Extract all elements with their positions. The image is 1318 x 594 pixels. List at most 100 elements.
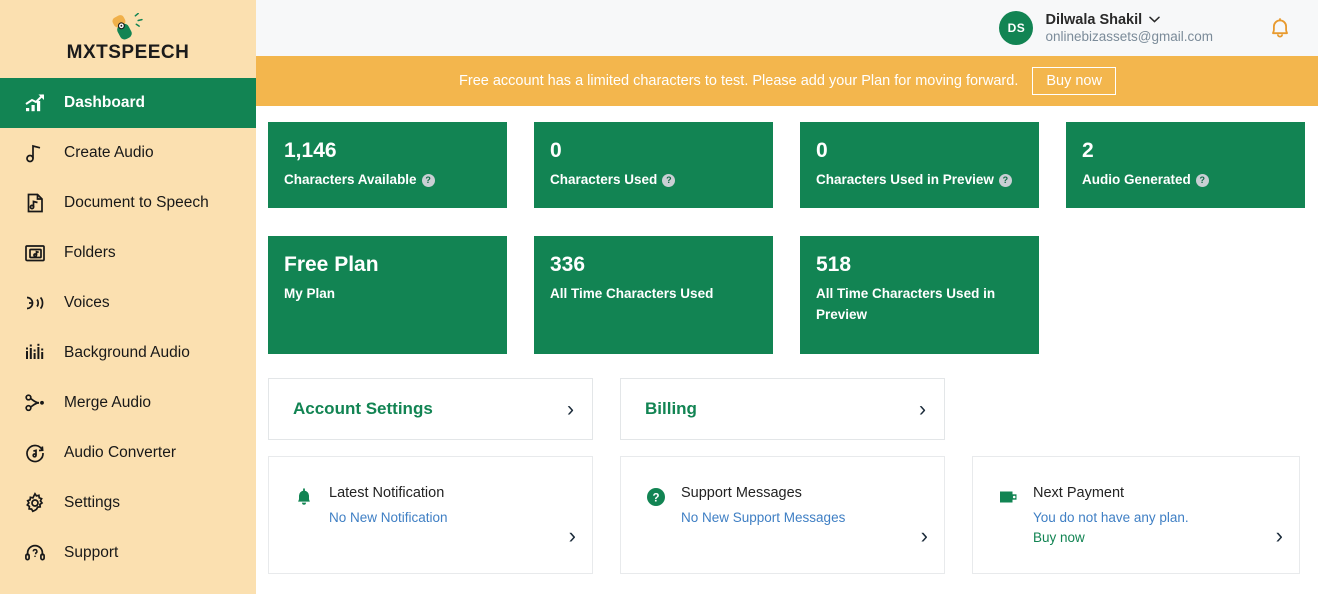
stat-label: All Time Characters Used in Preview [816, 286, 996, 322]
stat-label: Characters Used [550, 172, 658, 188]
sidebar-nav: Dashboard Create Audio Document to Speec… [0, 78, 256, 578]
latest-notification-card[interactable]: Latest Notification No New Notification … [268, 456, 593, 574]
audio-convert-icon [24, 442, 46, 464]
stat-card-my-plan: Free Plan My Plan [268, 236, 507, 354]
card-title: Latest Notification [329, 485, 445, 501]
main-area: DS Dilwala Shakil onlinebizassets@gmail.… [256, 0, 1318, 594]
dashboard-content: 1,146 Characters Available? 0 Characters… [256, 106, 1318, 594]
notification-bell-button[interactable] [1263, 11, 1297, 45]
stat-label: Audio Generated [1082, 172, 1191, 188]
stat-value: 0 [816, 139, 828, 162]
avatar: DS [999, 11, 1034, 45]
stat-value: 1,146 [284, 139, 337, 162]
card-title: Support Messages [681, 485, 802, 501]
help-icon[interactable]: ? [998, 173, 1012, 187]
sidebar-item-create-audio[interactable]: Create Audio [0, 128, 256, 178]
sidebar-item-support[interactable]: Support [0, 528, 256, 578]
card-title: Account Settings [293, 399, 433, 418]
stat-value: Free Plan [284, 253, 379, 276]
speaking-head-icon [24, 292, 46, 314]
sidebar-item-label: Settings [64, 494, 121, 511]
sidebar-item-label: Dashboard [64, 94, 145, 111]
next-payment-card[interactable]: Next Payment You do not have any plan. B… [972, 456, 1300, 574]
sidebar-item-label: Merge Audio [64, 394, 152, 411]
sidebar-item-document-to-speech[interactable]: Document to Speech [0, 178, 256, 228]
help-icon[interactable]: ? [421, 173, 435, 187]
bell-icon [293, 486, 315, 508]
chevron-down-icon[interactable] [1149, 16, 1160, 23]
chevron-right-icon[interactable]: › [1276, 525, 1283, 547]
quick-links-row: Account Settings › Billing › [268, 378, 1305, 440]
card-title: Billing [645, 399, 697, 418]
upgrade-banner: Free account has a limited characters to… [256, 56, 1318, 106]
top-header: DS Dilwala Shakil onlinebizassets@gmail.… [256, 0, 1318, 56]
card-subtitle-text: You do not have any plan. [1033, 510, 1189, 526]
app-root: MXTSPEECH Dashboard Create Audio Documen… [0, 0, 1318, 594]
sidebar-item-dashboard[interactable]: Dashboard [0, 78, 256, 128]
stat-card-characters-used-preview: 0 Characters Used in Preview? [800, 122, 1039, 208]
buy-now-button[interactable]: Buy now [1032, 67, 1116, 95]
card-subtitle[interactable]: No New Support Messages [681, 508, 845, 528]
chart-growth-icon [24, 92, 46, 114]
sidebar: MXTSPEECH Dashboard Create Audio Documen… [0, 0, 256, 594]
support-messages-card[interactable]: ? Support Messages No New Support Messag… [620, 456, 945, 574]
banner-message: Free account has a limited characters to… [459, 73, 1019, 89]
user-name: Dilwala Shakil [1045, 11, 1143, 28]
stat-label: Characters Used in Preview [816, 172, 994, 188]
stat-card-audio-generated: 2 Audio Generated? [1066, 122, 1305, 208]
chevron-right-icon[interactable]: › [921, 525, 928, 547]
stat-value: 336 [550, 253, 586, 276]
billing-card[interactable]: Billing › [620, 378, 945, 440]
sidebar-item-label: Document to Speech [64, 194, 209, 211]
card-title: Next Payment [1033, 485, 1125, 501]
user-email: onlinebizassets@gmail.com [1045, 28, 1213, 44]
chevron-right-icon[interactable]: › [919, 399, 926, 420]
brand-logo[interactable]: MXTSPEECH [0, 0, 256, 78]
stats-row-secondary: Free Plan My Plan 336 All Time Character… [268, 236, 1305, 354]
sidebar-item-voices[interactable]: Voices [0, 278, 256, 328]
stat-value: 2 [1082, 139, 1094, 162]
gear-icon [24, 492, 46, 514]
sidebar-item-label: Background Audio [64, 344, 190, 361]
help-icon[interactable]: ? [1195, 173, 1209, 187]
sidebar-item-audio-converter[interactable]: Audio Converter [0, 428, 256, 478]
help-icon[interactable]: ? [662, 173, 676, 187]
user-menu[interactable]: DS Dilwala Shakil onlinebizassets@gmail.… [999, 11, 1213, 46]
sidebar-item-label: Support [64, 544, 119, 561]
stat-label: Characters Available [284, 172, 417, 188]
sidebar-item-label: Voices [64, 294, 110, 311]
stat-card-characters-used: 0 Characters Used? [534, 122, 773, 208]
chevron-right-icon[interactable]: › [569, 525, 576, 547]
stat-value: 0 [550, 139, 562, 162]
question-circle-icon: ? [645, 486, 667, 508]
folder-music-icon [24, 242, 46, 264]
card-subtitle[interactable]: No New Notification [329, 508, 448, 528]
sidebar-item-background-audio[interactable]: Background Audio [0, 328, 256, 378]
stat-label: All Time Characters Used [550, 286, 714, 302]
info-cards-row: Latest Notification No New Notification … [268, 456, 1305, 574]
music-note-icon [24, 142, 46, 164]
brand-name: MXTSPEECH [66, 41, 190, 63]
sidebar-item-label: Folders [64, 244, 116, 261]
stat-card-all-time-characters-used: 336 All Time Characters Used [534, 236, 773, 354]
sidebar-item-folders[interactable]: Folders [0, 228, 256, 278]
buy-now-link[interactable]: Buy now [1033, 530, 1085, 545]
microphone-icon [112, 12, 143, 39]
stat-card-all-time-characters-used-preview: 518 All Time Characters Used in Preview [800, 236, 1039, 354]
card-subtitle[interactable]: You do not have any plan. Buy now [1033, 508, 1213, 547]
equalizer-icon [24, 342, 46, 364]
sidebar-item-label: Create Audio [64, 144, 154, 161]
sidebar-item-merge-audio[interactable]: Merge Audio [0, 378, 256, 428]
chevron-right-icon[interactable]: › [567, 399, 574, 420]
sidebar-item-label: Audio Converter [64, 444, 177, 461]
stat-value: 518 [816, 253, 852, 276]
bell-icon [1272, 18, 1288, 38]
svg-text:?: ? [652, 492, 659, 504]
stats-row-primary: 1,146 Characters Available? 0 Characters… [268, 122, 1305, 208]
sidebar-item-settings[interactable]: Settings [0, 478, 256, 528]
document-music-icon [24, 192, 46, 214]
merge-icon [24, 392, 46, 414]
headset-icon [24, 542, 46, 564]
wallet-icon [997, 486, 1019, 508]
account-settings-card[interactable]: Account Settings › [268, 378, 593, 440]
